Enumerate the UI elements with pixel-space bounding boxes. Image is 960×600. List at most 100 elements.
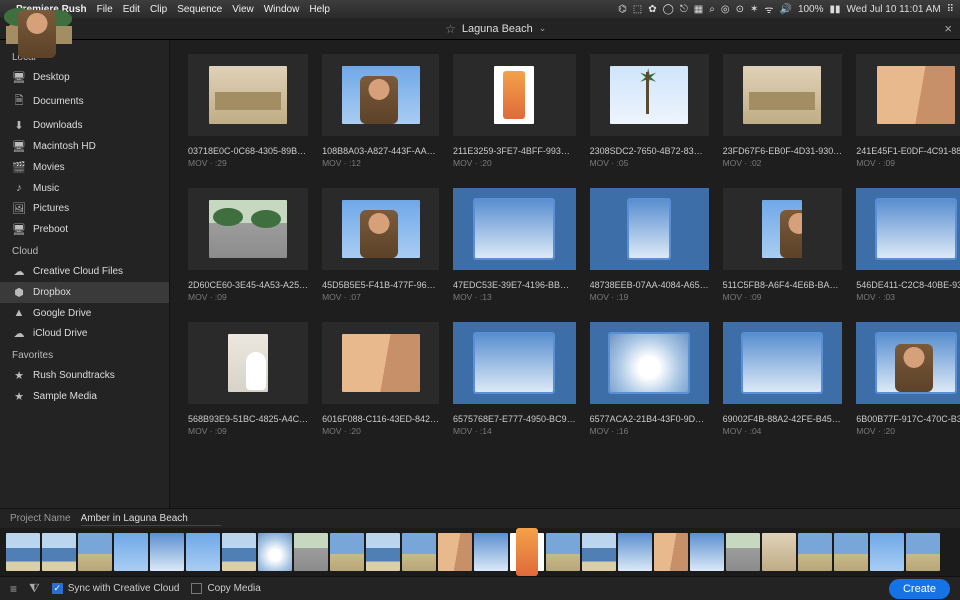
media-cell[interactable]: 03718E0C-0C68-4305-89B…MOV · :29	[188, 54, 308, 168]
filmstrip-clip[interactable]	[42, 533, 76, 571]
menubar-status-icon[interactable]: ⎋	[680, 4, 688, 15]
menubar-status-icon[interactable]: ✶	[750, 4, 758, 15]
filmstrip-clip[interactable]	[366, 533, 400, 571]
filmstrip-clip[interactable]	[222, 533, 256, 571]
menubar-battery: 100%	[798, 4, 824, 15]
filmstrip-clip[interactable]	[654, 533, 688, 571]
menubar-status-icon[interactable]: ⊙	[736, 4, 744, 15]
sidebar-item-music[interactable]: ♪Music	[0, 178, 169, 198]
sidebar-item-pictures[interactable]: 🖼Pictures	[0, 198, 169, 219]
filmstrip-clip[interactable]	[186, 533, 220, 571]
thumbnail-image	[743, 334, 821, 392]
media-cell[interactable]: 3546DE411-C2C8-40BE-931…MOV · :03	[856, 188, 960, 302]
filmstrip-clip[interactable]	[474, 533, 508, 571]
media-cell[interactable]: 241E45F1-E0DF-4C91-884…MOV · :09	[856, 54, 960, 168]
filmstrip-clip[interactable]	[690, 533, 724, 571]
filmstrip-clip[interactable]	[582, 533, 616, 571]
media-cell[interactable]: 2D60CE60-3E45-4A53-A25…MOV · :09	[188, 188, 308, 302]
sidebar-item-sample-media[interactable]: ★Sample Media	[0, 386, 169, 407]
filmstrip-clip[interactable]	[870, 533, 904, 571]
filmstrip-clip[interactable]	[618, 533, 652, 571]
media-grid-scroll[interactable]: 03718E0C-0C68-4305-89B…MOV · :29108B8A03…	[170, 40, 960, 508]
menubar-status-icon[interactable]: ᯤ	[764, 2, 773, 16]
sidebar-item-documents[interactable]: 🗎Documents	[0, 88, 169, 115]
sidebar-item-desktop[interactable]: 🖥Desktop	[0, 67, 169, 88]
selected-media-filmstrip[interactable]	[0, 528, 960, 576]
menu-window[interactable]: Window	[264, 4, 300, 15]
sidebar-item-rush-soundtracks[interactable]: ★Rush Soundtracks	[0, 365, 169, 386]
media-cell[interactable]: 76577ACA2-21B4-43F0-9D…MOV · :16	[590, 322, 709, 436]
menu-sequence[interactable]: Sequence	[177, 4, 222, 15]
media-meta: MOV · :20	[322, 426, 439, 436]
create-button[interactable]: Create	[889, 579, 950, 599]
media-cell[interactable]: 6016F088-C116-43ED-842…MOV · :20	[322, 322, 439, 436]
sidebar-item-label: Sample Media	[33, 391, 97, 402]
filmstrip-clip[interactable]	[78, 533, 112, 571]
media-cell[interactable]: 23FD67F6-EB0F-4D31-930…MOV · :02	[723, 54, 843, 168]
sidebar-item-preboot[interactable]: 🖥Preboot	[0, 219, 169, 240]
checkbox-unchecked-icon	[191, 583, 202, 594]
close-panel-icon[interactable]: ×	[944, 21, 952, 36]
media-cell[interactable]: 211E3259-3FE7-4BFF-993…MOV · :20	[453, 54, 576, 168]
thumbnail-image	[877, 200, 955, 258]
media-cell[interactable]: 547EDC53E-39E7-4196-BB…MOV · :13	[453, 188, 576, 302]
breadcrumb-chevron-icon[interactable]: ⌄	[539, 23, 547, 34]
project-name-input[interactable]	[81, 512, 221, 526]
copy-media-checkbox[interactable]: Copy Media	[191, 583, 260, 594]
filmstrip-clip[interactable]	[546, 533, 580, 571]
menubar-status-icon[interactable]: ◯	[663, 4, 674, 15]
menu-edit[interactable]: Edit	[123, 4, 140, 15]
media-cell[interactable]: 45D5B5E5-F41B-477F-96…MOV · :07	[322, 188, 439, 302]
filmstrip-clip[interactable]	[258, 533, 292, 571]
sidebar-item-dropbox[interactable]: ⬢Dropbox	[0, 282, 169, 303]
sidebar-item-macintosh-hd[interactable]: 🖥Macintosh HD	[0, 136, 169, 157]
menubar-status-icon[interactable]: ⌬	[618, 4, 627, 15]
menubar-status-icon[interactable]: ⬚	[633, 4, 642, 15]
filmstrip-clip[interactable]	[6, 533, 40, 571]
menubar-status-icon[interactable]: 🔊	[779, 4, 791, 15]
menubar-status-icon[interactable]: ▦	[694, 4, 703, 15]
media-cell[interactable]: 448738EEB-07AA-4084-A65…MOV · :19	[590, 188, 709, 302]
menubar-status-icon[interactable]: ✿	[648, 4, 656, 15]
filmstrip-clip[interactable]	[402, 533, 436, 571]
filmstrip-clip[interactable]	[834, 533, 868, 571]
filter-icon[interactable]: ⧨	[29, 581, 40, 596]
media-cell[interactable]: 2308SDC2-7650-4B72-83…MOV · :05	[590, 54, 709, 168]
menu-help[interactable]: Help	[309, 4, 330, 15]
menu-clip[interactable]: Clip	[150, 4, 167, 15]
breadcrumb-title[interactable]: Laguna Beach	[462, 23, 533, 35]
media-cell[interactable]: 869002F4B-88A2-42FE-B45…MOV · :04	[723, 322, 843, 436]
menubar-status-icon[interactable]: ◎	[721, 4, 730, 15]
favorite-star-icon[interactable]: ☆	[445, 22, 456, 36]
filmstrip-clip[interactable]	[726, 533, 760, 571]
media-cell[interactable]: 108B8A03-A827-443F-AA…MOV · :12	[322, 54, 439, 168]
thumbnail-box: 6	[453, 322, 576, 404]
filmstrip-clip[interactable]	[150, 533, 184, 571]
filmstrip-clip[interactable]	[798, 533, 832, 571]
filmstrip-clip[interactable]	[294, 533, 328, 571]
sidebar-item-movies[interactable]: 🎬Movies	[0, 157, 169, 178]
folder-icon: 🖥	[12, 223, 26, 236]
sidebar-item-google-drive[interactable]: ▲Google Drive	[0, 303, 169, 323]
sidebar-section-title: Favorites	[0, 344, 169, 365]
sidebar-item-downloads[interactable]: ⬇Downloads	[0, 115, 169, 136]
media-cell[interactable]: 96B00B77F-917C-470C-B36…MOV · :20	[856, 322, 960, 436]
filmstrip-clip[interactable]	[438, 533, 472, 571]
thumbnail-image	[209, 66, 287, 124]
menu-file[interactable]: File	[97, 4, 113, 15]
menu-view[interactable]: View	[232, 4, 254, 15]
filmstrip-clip[interactable]	[330, 533, 364, 571]
filmstrip-clip[interactable]	[510, 533, 544, 571]
media-cell[interactable]: 568B93E9-51BC-4825-A4C…MOV · :09	[188, 322, 308, 436]
menubar-battery-icon: ▮▮	[830, 4, 841, 15]
list-options-icon[interactable]: ≡	[10, 582, 17, 596]
menubar-status-icon[interactable]: ⌕	[709, 4, 715, 15]
sidebar-item-icloud-drive[interactable]: ☁iCloud Drive	[0, 323, 169, 344]
media-cell[interactable]: 511C5FB8-A6F4-4E6B-BA…MOV · :09	[723, 188, 843, 302]
sync-cloud-checkbox[interactable]: ✓ Sync with Creative Cloud	[52, 583, 180, 594]
filmstrip-clip[interactable]	[906, 533, 940, 571]
sidebar-item-creative-cloud-files[interactable]: ☁Creative Cloud Files	[0, 261, 169, 282]
filmstrip-clip[interactable]	[114, 533, 148, 571]
media-cell[interactable]: 66575768E7-E777-4950-BC9…MOV · :14	[453, 322, 576, 436]
filmstrip-clip[interactable]	[762, 533, 796, 571]
